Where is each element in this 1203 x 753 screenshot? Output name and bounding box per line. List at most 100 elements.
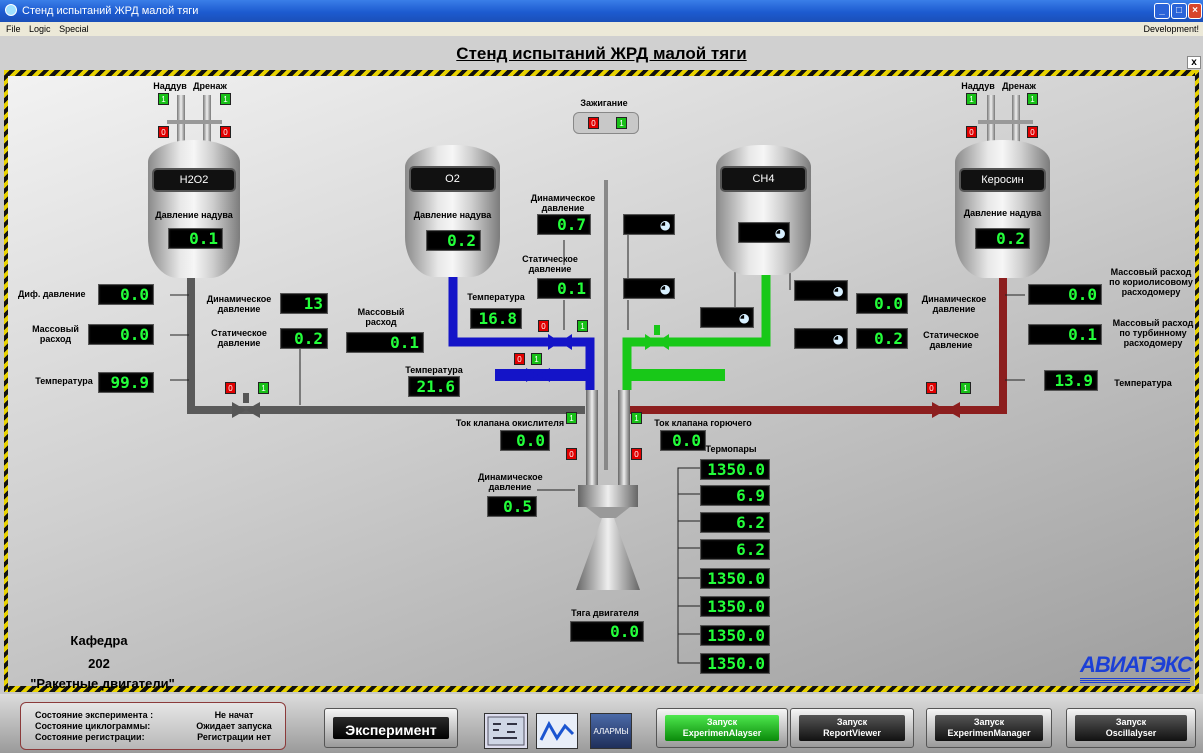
dyn-pressure-label-center: Динамическое давление [530,193,596,213]
ignition-panel [573,112,639,134]
launch-experimentmanager-button[interactable]: Запуск ExperimenManager [926,708,1052,748]
h2o2-drain-label: Дренаж [193,81,227,91]
ox-bypass-on[interactable]: 1 [531,353,542,365]
status-key-registration: Состояние регистрации: [35,732,145,742]
dyn-pressure-label-left: Динамическое давление [206,294,272,314]
ch4-temp2-display: ◕ [794,328,848,349]
kero-drain-off[interactable]: 0 [1027,126,1038,138]
launch-oscillalyser-button[interactable]: Запуск Oscillalyser [1066,708,1196,748]
chart-icon-button[interactable] [536,713,578,749]
ox-valve-off[interactable]: 0 [538,320,549,332]
h2o2-drain-on[interactable]: 1 [220,93,231,105]
tank-h2o2 [148,140,240,278]
coriolis-flow-label: Массовый расход по кориолисовому расходо… [1109,267,1193,297]
injector-head [578,485,638,507]
chamber-pressure-label: Динамическое давление [478,472,543,492]
stat-pressure-label-center: Статическое давление [522,254,578,274]
fuel-feed-pipe [618,390,630,485]
kero-vent-on[interactable]: 1 [966,93,977,105]
temperature-label-right: Температура [1114,378,1172,388]
launch-app-2: ReportViewer [823,728,881,738]
diff-pressure-label: Диф. давление [18,289,86,299]
thrust-display: 0.0 [570,621,644,642]
thermocouple-display: 6.9 [700,485,770,506]
crossbar-kero [978,120,1033,124]
status-key-experiment: Состояние эксперимента : [35,710,154,720]
o2-flow-label: Массовый расход [357,307,405,327]
tank-o2-name: O2 [411,168,494,190]
mass-flow-display: 0.0 [88,324,154,345]
h2o2-drain-off[interactable]: 0 [220,126,231,138]
o2-temp2-display: 21.6 [408,376,460,397]
dept-line1: Кафедра [70,633,128,648]
status-value-experiment: Не начат [214,710,254,720]
cyclogram-icon-button[interactable] [484,713,528,749]
tank-ch4 [716,145,811,275]
thermocouple-display: 6.2 [700,539,770,560]
status-value-cyclogram: Ожидает запуска [196,721,272,731]
experiment-button[interactable]: Эксперимент [324,708,458,748]
h2o2-valve-on[interactable]: 1 [258,382,269,394]
chamber-pressure-display: 0.5 [487,496,537,517]
kero-drain-on[interactable]: 1 [1027,93,1038,105]
kero-valve-on[interactable]: 1 [960,382,971,394]
launch-app-1: ExperimenAlayser [682,728,762,738]
h2o2-valve-off[interactable]: 0 [225,382,236,394]
alarms-button[interactable]: АЛАРМЫ [590,713,632,749]
h2o2-vent-off[interactable]: 0 [158,126,169,138]
dyn-pressure-display-left: 13 [280,293,328,314]
kero-vent-label: Наддув [961,81,995,91]
status-key-cyclogram: Состояние циклограммы: [35,721,151,731]
status-keys: Состояние эксперимента : Состояние цикло… [35,710,153,743]
kero-pressure-label: Давление надува [963,208,1042,218]
graph-icon [539,720,575,741]
h2o2-vent-label: Наддув [153,81,187,91]
launch-app-3: ExperimenManager [947,728,1031,738]
ignition-on-button[interactable]: 1 [616,117,627,129]
cyclogram-icon [487,716,525,746]
ch4-dyn-display: ◕ [623,214,675,235]
ox-valve-on[interactable]: 1 [577,320,588,332]
o2-flow-display: 0.1 [346,332,424,353]
h2o2-valve[interactable] [232,402,260,418]
o2-pressure-display: 0.2 [426,230,481,251]
methane-valve[interactable] [645,334,669,350]
fuel-main-valve-on[interactable]: 1 [631,412,642,424]
turbine-flow-display: 0.1 [1028,324,1102,345]
launch-experimentalayser-button[interactable]: Запуск ExperimenAlayser [656,708,788,748]
coriolis-flow-display: 0.0 [1028,284,1102,305]
ignition-off-button[interactable]: 0 [588,117,599,129]
thermocouple-bracket [677,467,700,664]
launch-reportviewer-button[interactable]: Запуск ReportViewer [790,708,914,748]
ox-main-valve-off[interactable]: 0 [566,448,577,460]
tank-ch4-name: CH4 [722,168,805,190]
status-value-registration: Регистрации нет [197,732,271,742]
stat-pressure-display-right: 0.2 [856,328,908,349]
ox-valve-current-display: 0.0 [500,430,550,451]
crossbar-h2o2 [167,120,222,124]
temperature-label-left: Температура [35,376,93,386]
kero-vent-off[interactable]: 0 [966,126,977,138]
fuel-main-valve-off[interactable]: 0 [631,448,642,460]
thermocouple-display: 1350.0 [700,568,770,589]
dept-line2: 202 [88,656,110,671]
dyn-pressure-display-center: 0.7 [537,214,591,235]
ox-feed-pipe [586,390,598,485]
ox-bypass-off[interactable]: 0 [514,353,525,365]
kero-valve-off[interactable]: 0 [926,382,937,394]
stat-pressure-display-center: 0.1 [537,278,591,299]
dyn-pressure-display-right: 0.0 [856,293,908,314]
ox-main-valve-on[interactable]: 1 [566,412,577,424]
launch-label-2: Запуск [836,717,868,727]
o2-pressure-label: Давление надува [413,210,492,220]
stat-pressure-label-right: Статическое давление [923,330,979,350]
kerosene-valve[interactable] [932,402,960,418]
thermocouple-display: 6.2 [700,512,770,533]
h2o2-vent-on[interactable]: 1 [158,93,169,105]
thermocouple-display: 1350.0 [700,625,770,646]
ch4-pressure-display: ◕ [738,222,790,243]
oxidizer-valve[interactable] [548,334,572,350]
thermocouples-label: Термопары [705,444,757,454]
experiment-button-label: Эксперимент [333,717,449,739]
tank-h2o2-name: H2O2 [154,170,234,190]
